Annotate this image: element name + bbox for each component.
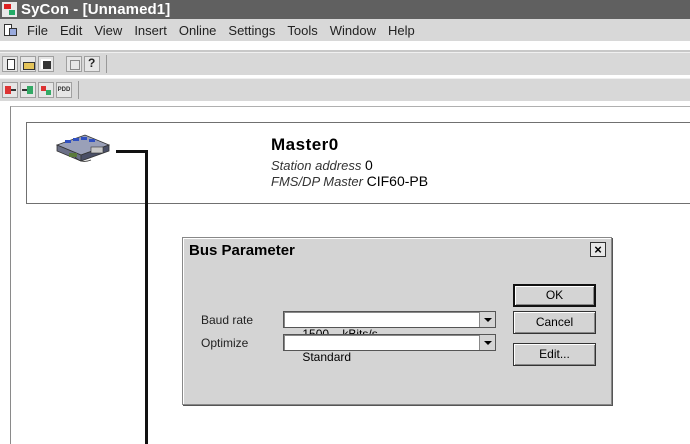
dialog-title: Bus Parameter bbox=[189, 242, 295, 259]
bus-parameter-dialog: Bus Parameter × Baud rate 1500 kBits/s O… bbox=[182, 237, 612, 405]
close-button[interactable]: × bbox=[590, 242, 606, 257]
baud-rate-select[interactable]: 1500 kBits/s bbox=[283, 311, 496, 341]
menu-window[interactable]: Window bbox=[324, 23, 382, 38]
menu-help[interactable]: Help bbox=[382, 23, 421, 38]
dialog-title-bar[interactable]: Bus Parameter × bbox=[186, 241, 608, 260]
master-type-label: FMS/DP Master bbox=[271, 174, 363, 189]
bus-connector bbox=[116, 150, 148, 153]
master-type-value: CIF60-PB bbox=[366, 173, 429, 189]
optimize-select[interactable]: Standard bbox=[283, 334, 496, 364]
menu-online[interactable]: Online bbox=[173, 23, 223, 38]
master-device-icon[interactable] bbox=[55, 131, 115, 165]
replace-icon[interactable] bbox=[38, 82, 54, 98]
window-title: SyCon - [Unnamed1] bbox=[21, 1, 171, 18]
title-bar: SyCon - [Unnamed1] bbox=[0, 0, 690, 19]
insert-slave-icon[interactable] bbox=[20, 82, 36, 98]
help-icon[interactable] bbox=[84, 56, 100, 72]
station-address-label: Station address bbox=[271, 158, 362, 173]
edit-button[interactable]: Edit... bbox=[513, 343, 596, 366]
menu-tools[interactable]: Tools bbox=[281, 23, 323, 38]
menu-insert[interactable]: Insert bbox=[128, 23, 173, 38]
sycon-app-icon[interactable] bbox=[2, 2, 17, 17]
menu-bar: File Edit View Insert Online Settings To… bbox=[0, 19, 690, 41]
master-type-row: FMS/DP Master CIF60-PB bbox=[271, 173, 428, 189]
menu-settings[interactable]: Settings bbox=[222, 23, 281, 38]
menu-edit[interactable]: Edit bbox=[54, 23, 88, 38]
master-name: Master0 bbox=[271, 135, 339, 154]
ok-button[interactable]: OK bbox=[513, 284, 596, 307]
new-icon[interactable] bbox=[2, 56, 18, 72]
station-address-value: 0 bbox=[364, 157, 373, 173]
station-address-row: Station address 0 bbox=[271, 157, 373, 173]
document-icon[interactable] bbox=[3, 23, 17, 37]
open-icon[interactable] bbox=[20, 56, 36, 72]
bus-line[interactable] bbox=[145, 150, 148, 444]
chevron-down-icon[interactable] bbox=[479, 312, 495, 327]
toolbar-divider bbox=[106, 55, 107, 73]
insert-toolbar: PDD bbox=[0, 78, 690, 101]
menu-file[interactable]: File bbox=[21, 23, 54, 38]
cancel-button[interactable]: Cancel bbox=[513, 311, 596, 334]
toolbar-divider bbox=[78, 81, 79, 99]
chevron-down-icon[interactable] bbox=[479, 335, 495, 350]
insert-master-icon[interactable] bbox=[2, 82, 18, 98]
optimize-label: Optimize bbox=[201, 336, 249, 350]
optimize-value: Standard bbox=[302, 350, 352, 364]
pdd-icon[interactable]: PDD bbox=[56, 82, 72, 98]
network-icon[interactable] bbox=[66, 56, 82, 72]
standard-toolbar bbox=[0, 52, 690, 75]
save-icon[interactable] bbox=[38, 56, 54, 72]
baud-rate-label: Baud rate bbox=[201, 313, 254, 327]
menu-view[interactable]: View bbox=[88, 23, 128, 38]
